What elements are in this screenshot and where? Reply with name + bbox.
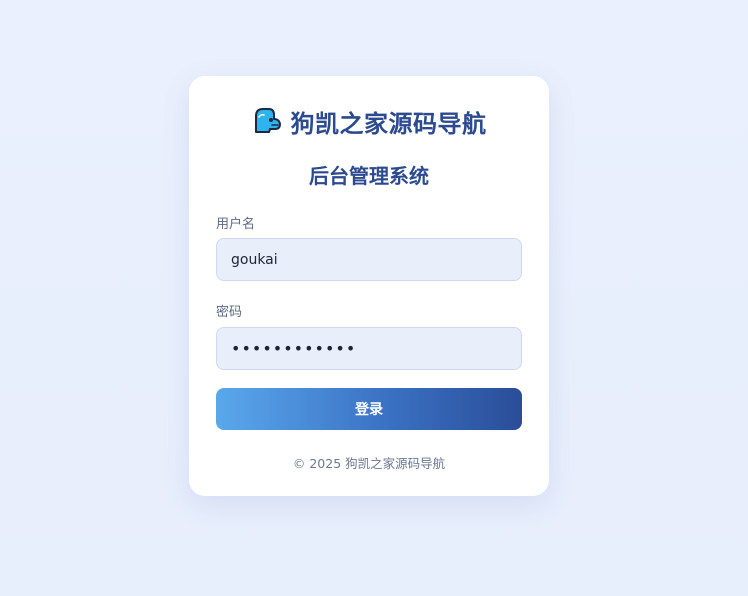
dog-logo-icon — [252, 106, 282, 136]
password-label: 密码 — [216, 305, 243, 320]
login-page: 狗凯之家源码导航 后台管理系统 用户名 密码 登录 © 2025 狗凯之家源码导… — [0, 0, 748, 596]
login-card: 狗凯之家源码导航 后台管理系统 用户名 密码 登录 © 2025 狗凯之家源码导… — [189, 76, 549, 496]
page-title: 后台管理系统 — [309, 164, 429, 188]
brand-header: 狗凯之家源码导航 — [189, 104, 549, 138]
username-label: 用户名 — [216, 217, 256, 232]
username-input[interactable] — [216, 238, 522, 281]
password-input[interactable] — [216, 327, 522, 370]
brand-title: 狗凯之家源码导航 — [290, 109, 487, 138]
login-button[interactable]: 登录 — [216, 388, 522, 430]
footer-copyright: © 2025 狗凯之家源码导航 — [292, 456, 446, 471]
